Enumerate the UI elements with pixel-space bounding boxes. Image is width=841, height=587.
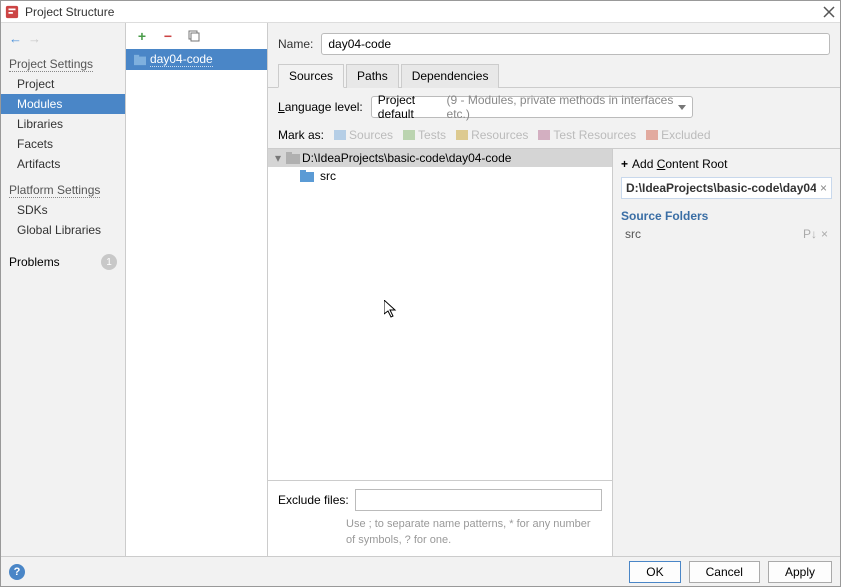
tree-child-src[interactable]: src bbox=[268, 167, 612, 185]
sidebar-item-problems[interactable]: Problems 1 bbox=[1, 248, 125, 273]
tree-pane: ▾ D:\IdeaProjects\basic-code\day04-code … bbox=[268, 149, 612, 556]
title-bar: Project Structure bbox=[1, 1, 840, 23]
source-folder-entry[interactable]: src P↓ × bbox=[621, 225, 832, 243]
detail-panel: Name: Sources Paths Dependencies LLangua… bbox=[268, 23, 840, 556]
content-root-path-text: D:\IdeaProjects\basic-code\day04-code bbox=[622, 178, 816, 198]
sidebar-item-sdks[interactable]: SDKs bbox=[1, 200, 125, 220]
sidebar: ← → Project Settings Project Modules Lib… bbox=[1, 23, 126, 556]
sidebar-item-artifacts[interactable]: Artifacts bbox=[1, 154, 125, 174]
add-content-root-button[interactable]: + Add Content Root Add Content Root bbox=[621, 155, 832, 173]
language-level-value: Project default bbox=[378, 93, 447, 121]
remove-content-root-icon[interactable]: × bbox=[816, 181, 831, 195]
ok-button[interactable]: OK bbox=[629, 561, 680, 583]
copy-module-icon[interactable] bbox=[186, 28, 202, 44]
problems-label: Problems bbox=[9, 255, 60, 269]
app-icon bbox=[5, 5, 19, 19]
mark-as-label: Mark as: bbox=[278, 128, 324, 142]
help-icon[interactable]: ? bbox=[9, 564, 25, 580]
content-root-path[interactable]: D:\IdeaProjects\basic-code\day04-code × bbox=[621, 177, 832, 199]
edit-properties-icon[interactable]: P↓ bbox=[803, 227, 817, 241]
tree-root-label: D:\IdeaProjects\basic-code\day04-code bbox=[302, 151, 511, 165]
add-content-root-label: Add Content Root bbox=[632, 157, 727, 171]
language-level-label: LLanguage level:anguage level: bbox=[278, 100, 363, 114]
sidebar-item-facets[interactable]: Facets bbox=[1, 134, 125, 154]
source-folders-header: Source Folders bbox=[621, 207, 832, 225]
forward-icon[interactable]: → bbox=[28, 31, 41, 46]
source-folder-icon bbox=[300, 170, 314, 182]
mark-sources[interactable]: Sources bbox=[334, 128, 393, 142]
remove-module-icon[interactable]: − bbox=[160, 28, 176, 44]
remove-source-folder-icon[interactable]: × bbox=[821, 227, 828, 241]
nav-arrows: ← → bbox=[1, 27, 125, 54]
sidebar-item-project[interactable]: Project bbox=[1, 74, 125, 94]
tabs: Sources Paths Dependencies bbox=[268, 63, 840, 88]
content-roots-pane: + Add Content Root Add Content Root D:\I… bbox=[612, 149, 840, 556]
problems-count-badge: 1 bbox=[101, 254, 117, 270]
exclude-files-hint: Use ; to separate name patterns, * for a… bbox=[268, 513, 612, 556]
exclude-files-input[interactable] bbox=[355, 489, 602, 511]
mark-resources[interactable]: Resources bbox=[456, 128, 528, 142]
mark-excluded[interactable]: Excluded bbox=[646, 128, 710, 142]
language-level-select[interactable]: Project default (9 - Modules, private me… bbox=[371, 96, 693, 118]
back-icon[interactable]: ← bbox=[9, 31, 22, 46]
mark-test-resources[interactable]: Test Resources bbox=[538, 128, 636, 142]
source-folder-name: src bbox=[625, 227, 803, 241]
module-icon bbox=[134, 54, 146, 66]
apply-button[interactable]: Apply bbox=[768, 561, 832, 583]
add-module-icon[interactable]: + bbox=[134, 28, 150, 44]
name-input[interactable] bbox=[321, 33, 830, 55]
cancel-button[interactable]: Cancel bbox=[689, 561, 760, 583]
plus-icon: + bbox=[621, 157, 628, 171]
tree-root[interactable]: ▾ D:\IdeaProjects\basic-code\day04-code bbox=[268, 149, 612, 167]
exclude-files-label: Exclude files: bbox=[278, 493, 349, 507]
footer: ? OK Cancel Apply bbox=[1, 556, 840, 586]
project-settings-header: Project Settings bbox=[1, 54, 125, 74]
expand-icon[interactable]: ▾ bbox=[272, 151, 284, 165]
sidebar-item-modules[interactable]: Modules bbox=[1, 94, 125, 114]
module-name: day04-code bbox=[150, 52, 213, 67]
tab-dependencies[interactable]: Dependencies bbox=[401, 64, 500, 88]
window-title: Project Structure bbox=[25, 5, 822, 19]
folder-icon bbox=[286, 152, 300, 164]
mark-tests[interactable]: Tests bbox=[403, 128, 446, 142]
module-list: + − day04-code bbox=[126, 23, 268, 556]
sidebar-item-libraries[interactable]: Libraries bbox=[1, 114, 125, 134]
tree-child-label: src bbox=[320, 169, 336, 183]
tab-paths[interactable]: Paths bbox=[346, 64, 399, 88]
language-level-detail: (9 - Modules, private methods in interfa… bbox=[447, 93, 674, 121]
name-label: Name: bbox=[278, 37, 313, 51]
module-toolbar: + − bbox=[126, 23, 267, 49]
sidebar-item-global-libraries[interactable]: Global Libraries bbox=[1, 220, 125, 240]
tab-sources[interactable]: Sources bbox=[278, 64, 344, 88]
module-entry[interactable]: day04-code bbox=[126, 49, 267, 70]
close-icon[interactable] bbox=[822, 5, 836, 19]
platform-settings-header: Platform Settings bbox=[1, 180, 125, 200]
